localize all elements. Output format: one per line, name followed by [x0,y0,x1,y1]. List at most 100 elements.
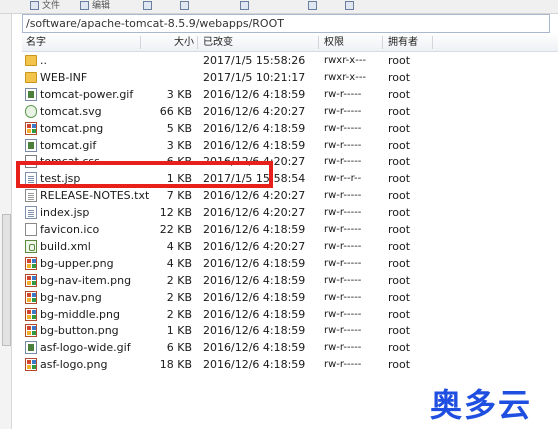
toolbar-item-edit[interactable]: 编辑 [92,0,110,12]
file-size: 18 KB [159,358,192,372]
file-modified: 2016/12/6 4:18:59 [203,256,306,270]
file-modified: 2016/12/6 4:20:27 [203,239,306,253]
column-header-permissions[interactable]: 权限 [324,34,344,51]
file-size: 7 KB [166,189,192,203]
file-permissions: rw-r----- [324,88,362,100]
file-size: 6 KB [166,341,192,355]
file-owner: root [388,341,411,355]
file-size: 4 KB [166,239,192,253]
column-header-size[interactable]: 大小 [174,34,194,51]
file-owner: root [388,87,411,101]
png-image-icon [25,256,37,270]
path-bar[interactable]: /software/apache-tomcat-8.5.9/webapps/RO… [22,14,550,33]
file-permissions: rw-r----- [324,291,362,303]
column-divider[interactable] [432,36,433,49]
folder-icon [25,71,37,83]
ico-file-icon [25,223,37,236]
file-row[interactable]: tomcat.svg 66 KB 2016/12/6 4:20:27 rw-r----… [22,103,558,120]
toolbar: 文件 编辑 [0,0,558,14]
text-file-icon [25,189,37,203]
file-owner: root [388,138,411,152]
file-size: 3 KB [166,87,192,101]
file-owner: root [388,104,411,118]
file-owner: root [388,324,411,338]
new-folder-icon[interactable] [308,1,317,10]
file-row[interactable]: tomcat.png 5 KB 2016/12/6 4:18:59 rw-r-----… [22,120,558,137]
file-permissions: rw-r--r-- [324,173,362,185]
column-divider[interactable] [318,36,319,49]
column-divider[interactable] [140,36,141,49]
file-permissions: rw-r----- [324,240,362,252]
file-size: 5 KB [166,121,192,135]
file-row[interactable]: RELEASE-NOTES.txt 7 KB 2016/12/6 4:20:27 rw… [22,187,558,204]
file-row[interactable]: WEB-INF 2017/1/5 10:21:17 rwxr-x--- root [22,69,558,86]
file-row[interactable]: tomcat.gif 3 KB 2016/12/6 4:18:59 rw-r-----… [22,137,558,154]
file-owner: root [388,358,411,372]
edit-menu-icon[interactable] [80,1,89,10]
png-image-icon [25,307,37,321]
file-row[interactable]: bg-upper.png 4 KB 2016/12/6 4:18:59 rw-r---… [22,255,558,272]
file-size: 2 KB [166,290,192,304]
file-owner: root [388,70,411,84]
file-owner: root [388,121,411,135]
file-modified: 2016/12/6 4:20:27 [203,104,306,118]
cut-icon[interactable] [143,1,152,10]
file-modified: 2016/12/6 4:18:59 [203,138,306,152]
column-header-name[interactable]: 名字 [26,34,46,51]
png-image-icon [25,358,37,372]
file-owner: root [388,54,411,67]
file-row[interactable]: asf-logo-wide.gif 6 KB 2016/12/6 4:18:59 rw… [22,339,558,356]
file-modified: 2016/12/6 4:18:59 [203,307,306,321]
refresh-icon[interactable] [345,1,354,10]
file-permissions: rw-r----- [324,308,362,320]
file-size: 66 KB [159,104,192,118]
gif-image-icon [25,138,37,152]
file-permissions: rw-r----- [324,359,362,371]
file-row[interactable]: .. 2017/1/5 15:58:26 rwxr-x--- root [22,52,558,69]
file-modified: 2016/12/6 4:18:59 [203,87,306,101]
properties-icon[interactable] [240,1,249,10]
file-permissions: rw-r----- [324,105,362,117]
scrollbar-thumb[interactable] [2,214,11,346]
png-image-icon [25,324,37,338]
file-modified: 2016/12/6 4:20:27 [203,206,306,220]
file-modified: 2016/12/6 4:18:59 [203,341,306,355]
file-row[interactable]: build.xml 4 KB 2016/12/6 4:20:27 rw-r----- r… [22,238,558,255]
png-image-icon [25,121,37,135]
left-panel-scrollbar[interactable] [0,14,12,429]
file-owner: root [388,290,411,304]
file-row[interactable]: asf-logo.png 18 KB 2016/12/6 4:18:59 rw-r--… [22,356,558,373]
file-row[interactable]: bg-button.png 1 KB 2016/12/6 4:18:59 rw-r--… [22,322,558,339]
gif-image-icon [25,341,37,355]
file-size: 1 KB [166,324,192,338]
file-permissions: rwxr-x--- [324,55,367,66]
file-permissions: rw-r----- [324,139,362,151]
png-image-icon [25,273,37,287]
file-size: 3 KB [166,138,192,152]
file-modified: 2017/1/5 15:58:26 [203,54,306,67]
file-menu-icon[interactable] [30,1,39,10]
file-row[interactable]: bg-middle.png 2 KB 2016/12/6 4:18:59 rw-r--… [22,306,558,323]
highlight-box [16,161,273,188]
column-header-modified[interactable]: 已改变 [203,34,233,51]
file-modified: 2016/12/6 4:18:59 [203,223,306,236]
file-row[interactable]: tomcat-power.gif 3 KB 2016/12/6 4:18:59 rw-… [22,86,558,103]
file-size [142,52,192,69]
file-permissions: rw-r----- [324,342,362,354]
column-divider[interactable] [197,36,198,49]
file-row[interactable]: index.jsp 12 KB 2016/12/6 4:20:27 rw-r-----… [22,204,558,221]
file-row[interactable]: favicon.ico 22 KB 2016/12/6 4:18:59 rw-r---… [22,221,558,238]
file-row[interactable]: bg-nav.png 2 KB 2016/12/6 4:18:59 rw-r-----… [22,289,558,306]
file-permissions: rw-r----- [324,156,362,168]
gif-image-icon [25,87,37,101]
file-modified: 2016/12/6 4:18:59 [203,324,306,338]
delete-icon[interactable] [180,1,189,10]
column-header-owner[interactable]: 拥有者 [388,34,418,51]
file-row[interactable]: bg-nav-item.png 2 KB 2016/12/6 4:18:59 rw-r… [22,272,558,289]
file-permissions: rw-r----- [324,207,362,219]
file-owner: root [388,189,411,203]
file-permissions: rwxr-x--- [324,71,367,83]
toolbar-item-file[interactable]: 文件 [42,0,60,12]
jsp-file-icon [25,206,37,220]
column-divider[interactable] [382,36,383,49]
